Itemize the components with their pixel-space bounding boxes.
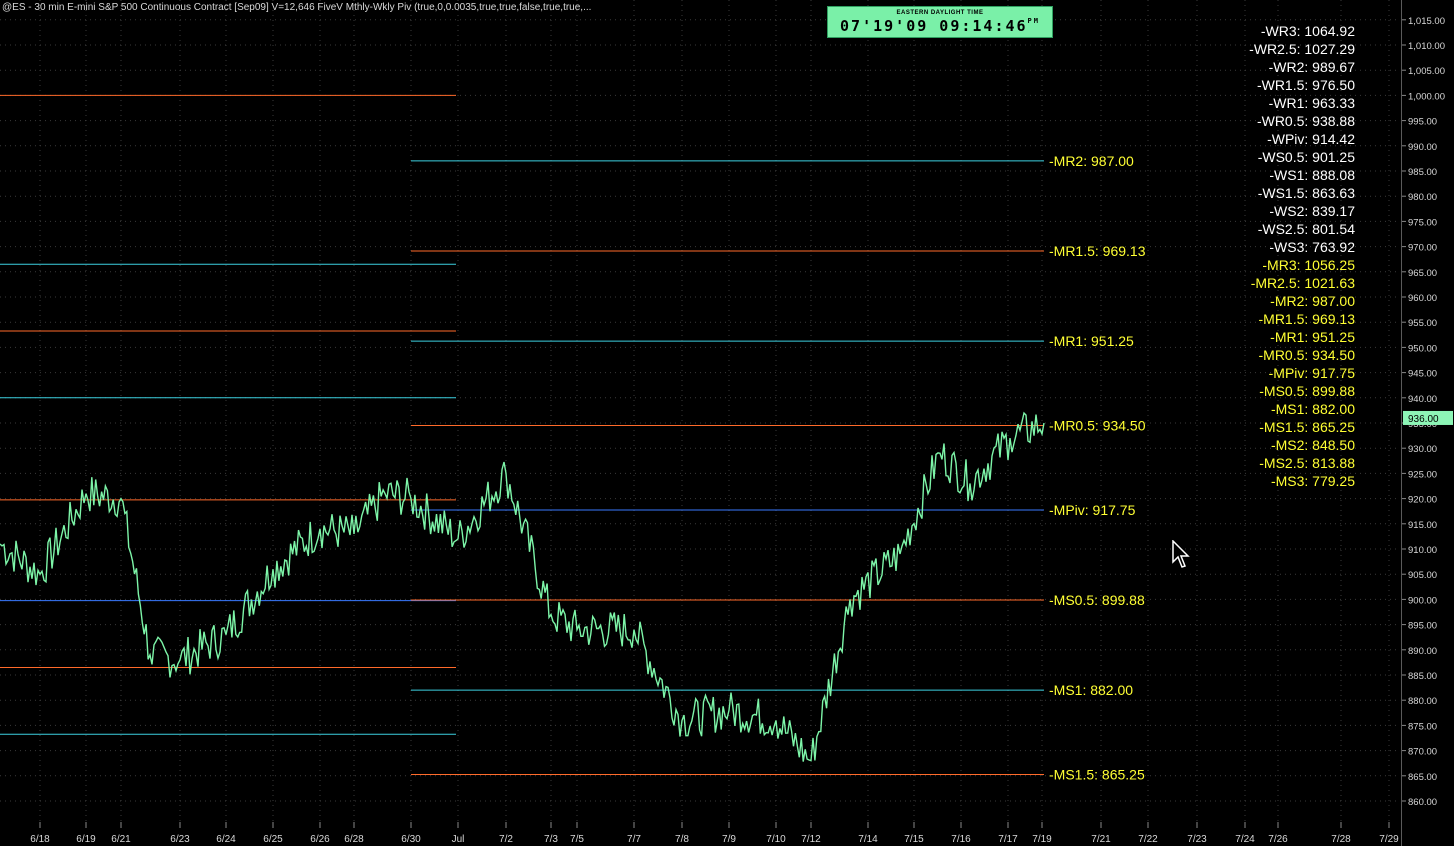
date-label: 7/15 [904, 834, 924, 845]
date-label: 6/26 [310, 834, 330, 845]
level-label: -MS1.5: 865.25 [1049, 767, 1145, 783]
date-label: 7/14 [858, 834, 878, 845]
previous-month-levels [0, 94, 456, 735]
date-label: 6/21 [111, 834, 131, 845]
date-label: 7/12 [801, 834, 821, 845]
clock-timezone: EASTERN DAYLIGHT TIME [896, 10, 984, 16]
date-label: 7/22 [1138, 834, 1158, 845]
date-label: 6/25 [263, 834, 283, 845]
date-label: 6/23 [170, 834, 190, 845]
date-label: Jul [452, 834, 465, 845]
weekly-pivot-item: -WS1.5: 863.63 [1257, 185, 1355, 201]
weekly-pivot-item: -WR2: 989.67 [1268, 59, 1355, 75]
monthly-pivot-item: -MR2: 987.00 [1270, 293, 1355, 309]
price-line [0, 411, 1045, 762]
monthly-pivot-item: -MR0.5: 934.50 [1258, 347, 1356, 363]
date-label: 7/7 [627, 834, 641, 845]
monthly-pivot-item: -MS1.5: 865.25 [1259, 419, 1355, 435]
date-label: 7/9 [722, 834, 736, 845]
price-series [0, 411, 1045, 762]
mouse-cursor-icon [1172, 540, 1190, 568]
monthly-pivot-item: -MPiv: 917.75 [1268, 365, 1355, 381]
grid [0, 0, 1400, 822]
monthly-pivot-item: -MS2: 848.50 [1270, 437, 1355, 453]
date-label: 7/17 [998, 834, 1018, 845]
date-label: 7/23 [1187, 834, 1207, 845]
monthly-pivot-item: -MS1: 882.00 [1270, 401, 1355, 417]
clock: EASTERN DAYLIGHT TIME 07'19'09 09:14:46P… [827, 6, 1053, 38]
date-label: 7/3 [544, 834, 558, 845]
level-label: -MR1.5: 969.13 [1049, 243, 1146, 259]
monthly-pivot-item: -MS3: 779.25 [1270, 473, 1355, 489]
level-label: -MR2: 987.00 [1049, 153, 1134, 169]
price-axis[interactable] [1401, 0, 1454, 846]
weekly-pivot-item: -WS1: 888.08 [1269, 167, 1355, 183]
weekly-pivot-item: -WS2.5: 801.54 [1257, 221, 1355, 237]
monthly-pivot-item: -MR1: 951.25 [1270, 329, 1355, 345]
level-label: -MR0.5: 934.50 [1049, 418, 1146, 434]
date-label: 7/8 [675, 834, 689, 845]
date-label: 7/16 [951, 834, 971, 845]
date-label: 6/18 [30, 834, 50, 845]
chart-window[interactable]: -MR2: 987.00 -MR1.5: 969.13 -MR1: 951.25 -M… [0, 0, 1454, 846]
date-label: 7/21 [1091, 834, 1111, 845]
level-label: -MR1: 951.25 [1049, 333, 1134, 349]
monthly-pivot-list: -MR3: 1056.25 -MR2.5: 1021.63 -MR2: 987.00… [1249, 256, 1355, 490]
weekly-pivot-item: -WR1: 963.33 [1268, 95, 1355, 111]
date-label: 7/2 [499, 834, 513, 845]
clock-meridiem: PM [1027, 17, 1040, 25]
weekly-pivot-item: -WS0.5: 901.25 [1257, 149, 1355, 165]
date-label: 7/26 [1268, 834, 1288, 845]
date-label: 7/29 [1379, 834, 1399, 845]
date-label: 7/5 [570, 834, 584, 845]
date-label: 7/28 [1331, 834, 1351, 845]
price-chart[interactable]: -MR2: 987.00-MR1.5: 969.13-MR1: 951.25-M… [0, 0, 1454, 846]
monthly-pivot-item: -MR1.5: 969.13 [1258, 311, 1356, 327]
monthly-pivot-levels: -MR2: 987.00 -MR1.5: 969.13 -MR1: 951.25 -M… [411, 153, 1146, 783]
date-label: 6/24 [216, 834, 236, 845]
date-label: 6/28 [344, 834, 364, 845]
monthly-pivot-item: -MR3: 1056.25 [1262, 257, 1355, 273]
monthly-pivot-item: -MS2.5: 813.88 [1259, 455, 1355, 471]
weekly-pivot-item: -WS3: 763.92 [1269, 239, 1355, 255]
level-label: -MS1: 882.00 [1049, 682, 1133, 698]
monthly-pivot-item: -MS0.5: 899.88 [1259, 383, 1355, 399]
date-axis: 6/18 6/19 6/21 6/23 6/24 6/25 6/26 6/28 6/30 Jul 7… [30, 822, 1399, 845]
date-label: 7/10 [766, 834, 786, 845]
level-label: -MPiv: 917.75 [1049, 502, 1136, 518]
weekly-pivot-item: -WR1.5: 976.50 [1256, 77, 1355, 93]
weekly-pivot-item: -WPiv: 914.42 [1267, 131, 1355, 147]
weekly-pivot-item: -WR0.5: 938.88 [1256, 113, 1355, 129]
monthly-pivot-item: -MR2.5: 1021.63 [1250, 275, 1355, 291]
weekly-pivot-item: -WR3: 1064.92 [1260, 23, 1355, 39]
chart-title: @ES - 30 min E-mini S&P 500 Continuous C… [2, 2, 592, 13]
clock-time-row: 07'19'09 09:14:46PM [828, 17, 1052, 35]
clock-time: 07'19'09 09:14:46 [840, 17, 1028, 35]
date-label: 6/19 [76, 834, 96, 845]
weekly-pivot-item: -WS2: 839.17 [1269, 203, 1355, 219]
weekly-pivot-list: -WR3: 1064.92 -WR2.5: 1027.29 -WR2: 989.67… [1249, 22, 1355, 256]
date-label: 7/19 [1032, 834, 1052, 845]
pivot-table: -WR3: 1064.92 -WR2.5: 1027.29 -WR2: 989.67… [1249, 22, 1355, 490]
date-label: 6/30 [401, 834, 421, 845]
date-label: 7/24 [1235, 834, 1255, 845]
weekly-pivot-item: -WR2.5: 1027.29 [1249, 41, 1355, 57]
level-label: -MS0.5: 899.88 [1049, 592, 1145, 608]
